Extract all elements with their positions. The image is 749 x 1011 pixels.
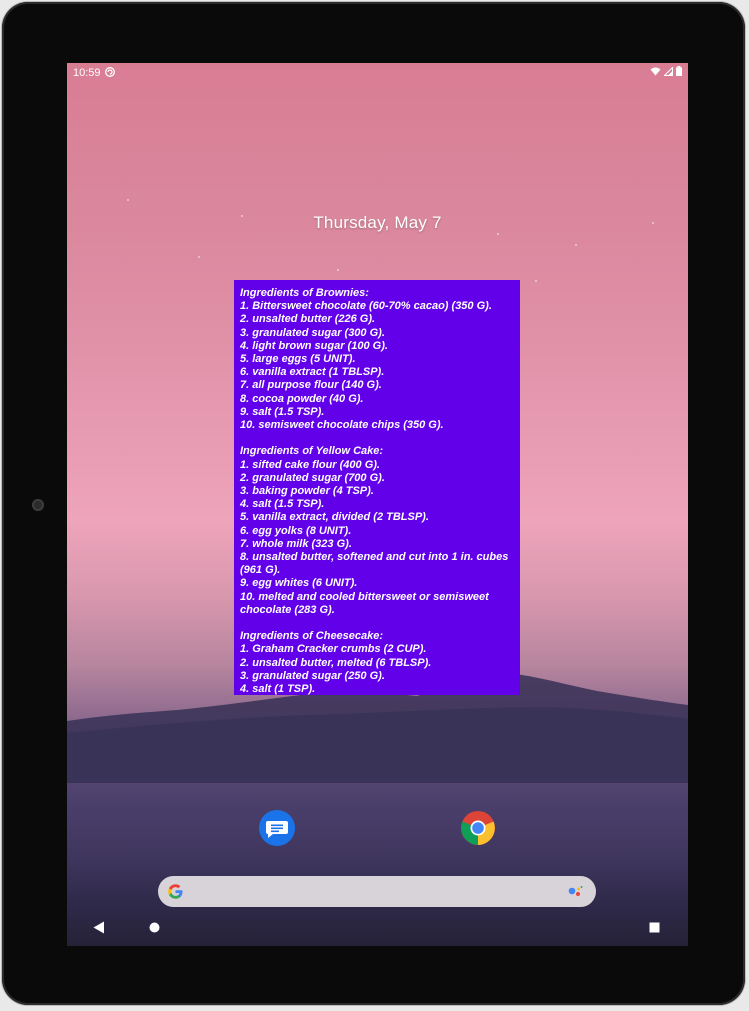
ingredient-item: 6. egg yolks (8 UNIT). xyxy=(240,524,352,537)
tablet-frame: 10:59 Thursday, May 7 Ingredients of Bro… xyxy=(2,2,745,1005)
home-screen: 10:59 Thursday, May 7 Ingredients of Bro… xyxy=(67,63,688,946)
ingredient-item: 2. unsalted butter (226 G). xyxy=(240,313,376,326)
google-g-icon xyxy=(168,884,183,899)
section-title: Ingredients of Brownies: xyxy=(240,287,369,299)
messages-icon[interactable] xyxy=(259,810,295,846)
section-cheesecake: Ingredients of Cheesecake: 1. Graham Cra… xyxy=(240,630,515,695)
back-icon[interactable] xyxy=(93,921,105,934)
ingredient-item: 10. melted and cooled bittersweet or sem… xyxy=(240,590,489,616)
ingredient-item: 10. semisweet chocolate chips (350 G). xyxy=(240,419,444,432)
ingredient-item: 1. Bittersweet chocolate (60-70% cacao) … xyxy=(240,300,492,313)
section-title: Ingredients of Cheesecake: xyxy=(240,630,384,643)
google-search-bar[interactable] xyxy=(158,876,596,907)
battery-icon xyxy=(676,66,682,76)
ingredient-item: 3. granulated sugar (300 G). xyxy=(240,326,385,339)
ingredient-item: 9. egg whites (6 UNIT). xyxy=(240,577,358,590)
ingredient-item: 2. granulated sugar (700 G). xyxy=(240,471,385,484)
ingredient-item: 7. whole milk (323 G). xyxy=(240,537,352,550)
ingredient-item: 1. sifted cake flour (400 G). xyxy=(240,458,380,471)
ingredient-item: 7. all purpose flour (140 G). xyxy=(240,379,382,392)
ingredient-item: 4. light brown sugar (100 G). xyxy=(240,339,388,352)
recents-icon[interactable] xyxy=(649,922,660,933)
section-yellow-cake: Ingredients of Yellow Cake: 1. sifted ca… xyxy=(240,445,515,617)
ingredient-item: 5. vanilla extract, divided (2 TBLSP). xyxy=(240,511,429,524)
ingredient-item: 8. cocoa powder (40 G). xyxy=(240,392,364,405)
ingredient-item: 9. salt (1.5 TSP). xyxy=(240,405,325,418)
home-icon[interactable] xyxy=(149,922,160,933)
section-brownies: Ingredients of Brownies: 1. Bittersweet … xyxy=(240,287,515,432)
ingredients-widget[interactable]: Ingredients of Brownies: 1. Bittersweet … xyxy=(234,280,520,695)
ingredient-item: 1. Graham Cracker crumbs (2 CUP). xyxy=(240,643,427,656)
status-time: 10:59 xyxy=(73,67,101,79)
ingredient-item: 6. vanilla extract (1 TBLSP). xyxy=(240,366,385,379)
front-camera xyxy=(32,499,44,511)
sync-icon xyxy=(105,67,115,77)
section-title: Ingredients of Yellow Cake: xyxy=(240,445,384,458)
ingredient-item: 5. large eggs (5 UNIT). xyxy=(240,353,356,366)
lockscreen-date: Thursday, May 7 xyxy=(313,213,442,232)
signal-icon xyxy=(664,66,673,76)
ingredient-item: 4. salt (1.5 TSP). xyxy=(240,498,325,511)
google-assistant-icon[interactable] xyxy=(568,885,584,899)
ingredient-item: 4. salt (1 TSP). xyxy=(240,683,316,695)
chrome-icon[interactable] xyxy=(460,810,496,846)
ingredient-item: 8. unsalted butter, softened and cut int… xyxy=(240,551,509,577)
wifi-icon xyxy=(650,67,661,75)
ingredient-item: 3. granulated sugar (250 G). xyxy=(240,669,385,682)
ingredient-item: 2. unsalted butter, melted (6 TBLSP). xyxy=(240,656,432,669)
navigation-bar xyxy=(67,909,688,946)
status-bar: 10:59 xyxy=(67,63,688,83)
ingredient-item: 3. baking powder (4 TSP). xyxy=(240,485,374,498)
